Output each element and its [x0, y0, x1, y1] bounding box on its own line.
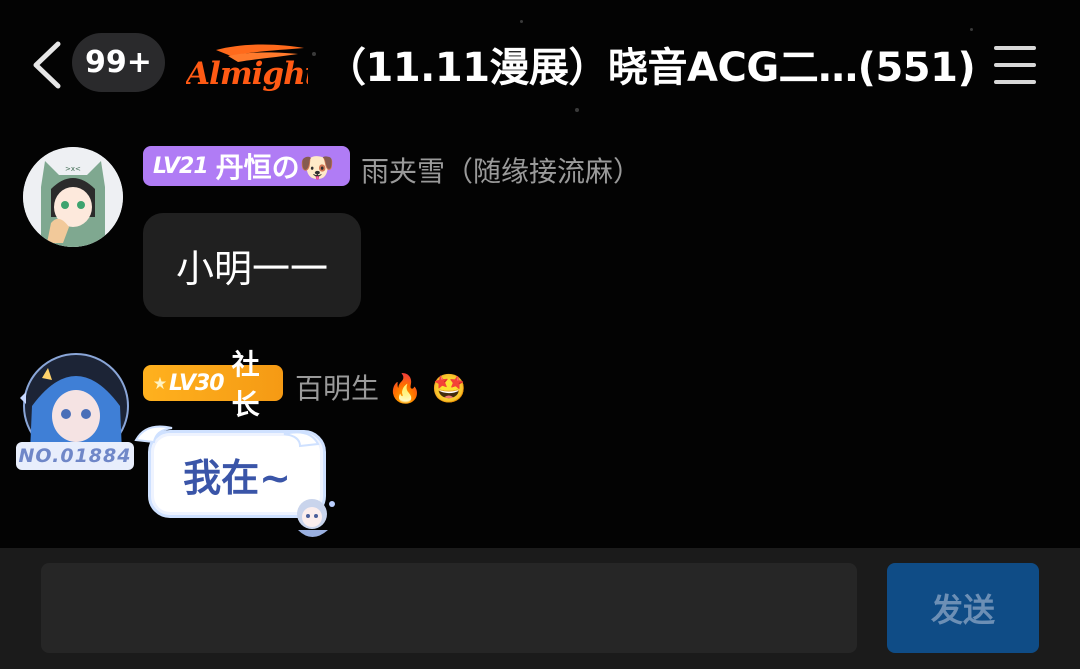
- menu-button[interactable]: [990, 42, 1040, 88]
- star-icon: [153, 376, 167, 390]
- back-button[interactable]: [24, 38, 74, 92]
- chat-screen: 99+ Almighty （11.11漫展）晓音ACG二…(551): [0, 0, 1080, 669]
- level-text: LV21: [153, 153, 209, 179]
- chevron-left-icon: [33, 41, 61, 89]
- avatar-frame-number: NO.01884: [16, 442, 134, 470]
- group-title: （11.11漫展）晓音ACG二…(551): [326, 45, 976, 91]
- level-badge: LV30 社长: [143, 348, 283, 421]
- wing-decoration-icon: [134, 425, 173, 444]
- avatar[interactable]: >x<: [23, 147, 123, 247]
- svg-text:>x<: >x<: [65, 165, 81, 173]
- message-item: >x< LV21 丹恒の🐶 雨夹雪（随缘接流麻） 小明一一: [0, 140, 1080, 330]
- message-item: NO.01884 LV30 社长 百明生 🔥 🤩 我在~: [0, 348, 1080, 548]
- almighty-logo: Almighty: [183, 42, 339, 92]
- composer-bar: 发送: [0, 548, 1080, 669]
- badge-title: 社长: [231, 348, 260, 421]
- message-text: 小明一一: [175, 246, 328, 291]
- level-text: LV30: [168, 370, 225, 396]
- message-bubble[interactable]: 小明一一: [143, 213, 361, 317]
- send-button[interactable]: 发送: [887, 563, 1039, 653]
- level-badge: LV21 丹恒の🐶: [143, 146, 350, 186]
- message-text: 我在~: [183, 455, 291, 500]
- unread-count-badge[interactable]: 99+: [72, 33, 165, 92]
- sender-name[interactable]: 雨夹雪（随缘接流麻）: [361, 150, 641, 190]
- chibi-character-icon: [297, 499, 335, 537]
- svg-text:Almighty: Almighty: [186, 56, 308, 92]
- chat-header: 99+ Almighty （11.11漫展）晓音ACG二…(551): [0, 0, 1080, 130]
- badge-title: 丹恒の🐶: [215, 151, 335, 184]
- avatar-image: >x<: [23, 147, 123, 247]
- hamburger-menu-icon: [994, 46, 1036, 84]
- wing-decoration-icon: [283, 431, 320, 448]
- avatar[interactable]: NO.01884: [16, 352, 134, 470]
- sender-name[interactable]: 百明生 🔥 🤩: [295, 367, 467, 407]
- message-input[interactable]: [41, 563, 857, 653]
